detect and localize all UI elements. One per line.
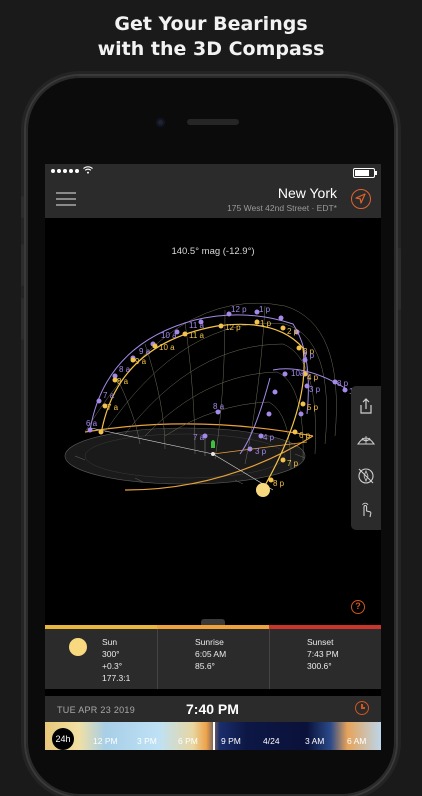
mute-switch: [21, 196, 24, 218]
svg-text:4 p: 4 p: [263, 433, 275, 442]
share-icon: [360, 398, 372, 414]
sun-azimuth: 300°: [102, 649, 120, 659]
svg-text:9 a: 9 a: [135, 357, 147, 366]
sunset-status-bar: [269, 625, 381, 629]
timeline-cursor[interactable]: [213, 722, 215, 750]
promo-headline: Get Your Bearings with the 3D Compass: [0, 12, 422, 62]
svg-text:1 p: 1 p: [260, 319, 272, 328]
svg-text:8 p: 8 p: [337, 379, 349, 388]
help-icon: ?: [355, 601, 361, 611]
svg-text:7 a: 7 a: [193, 433, 205, 442]
svg-text:8 p: 8 p: [273, 479, 285, 488]
timeline-date[interactable]: TUE APR 23 2019: [57, 705, 135, 715]
location-address[interactable]: 175 West 42nd Street · EDT*: [227, 203, 337, 213]
nav-bar: New York 175 West 42nd Street · EDT*: [45, 180, 381, 218]
reset-time-button[interactable]: [355, 701, 369, 715]
promo-headline-line2: with the 3D Compass: [97, 38, 325, 60]
earpiece-speaker: [187, 119, 239, 125]
status-bar: [45, 164, 381, 180]
svg-text:3 p: 3 p: [255, 447, 267, 456]
svg-text:6 a: 6 a: [86, 419, 98, 428]
svg-text:11 a: 11 a: [189, 331, 205, 340]
sun-icon: [69, 638, 87, 656]
volume-up-button: [21, 244, 24, 286]
svg-text:8 a: 8 a: [117, 377, 129, 386]
svg-text:8 a: 8 a: [119, 365, 131, 374]
svg-text:8 a: 8 a: [213, 402, 225, 411]
sun-label: Sun: [102, 637, 118, 647]
sunrise-label: Sunrise: [195, 637, 224, 647]
timeline-tick: 3 AM: [305, 736, 325, 746]
svg-text:6 p: 6 p: [299, 431, 311, 440]
svg-text:5 p: 5 p: [307, 403, 319, 412]
sunset-azimuth: 300.6°: [307, 661, 332, 671]
wifi-icon: [83, 166, 93, 177]
sun-status-bar: [45, 625, 157, 629]
sun-extra: 177.3:1: [102, 673, 131, 683]
touch-mode-button[interactable]: [356, 500, 376, 520]
help-button[interactable]: ?: [351, 600, 365, 614]
timeline-tick: 3 PM: [137, 736, 157, 746]
timeline-tick: 4/24: [263, 736, 280, 746]
tool-panel: [351, 386, 381, 530]
compass-bearing: 140.5° mag (-12.9°): [171, 246, 255, 257]
sun-info-card[interactable]: Sun 300° +0.3° 177.3:1: [45, 625, 157, 689]
svg-text:4 p: 4 p: [307, 373, 319, 382]
svg-text:7 a: 7 a: [103, 391, 115, 400]
sun-altitude: +0.3°: [102, 661, 123, 671]
sunset-time: 7:43 PM: [307, 649, 339, 659]
touch-icon: [362, 502, 372, 518]
compass-3d-view[interactable]: 7 a8 a9 a 10 a11 a12 p 1 p2 p3 p 4 p5 p6…: [45, 264, 381, 624]
timeline-tick: 12 PM: [93, 736, 118, 746]
menu-button[interactable]: [56, 192, 76, 206]
svg-text:2 p: 2 p: [303, 351, 315, 360]
signal-icon: [51, 169, 79, 173]
front-camera: [156, 118, 165, 127]
dome-icon: [356, 436, 376, 445]
volume-down-button: [21, 298, 24, 340]
timeline-tick: 6 AM: [347, 736, 367, 746]
timeline-tick: 6 PM: [178, 736, 198, 746]
svg-text:7 a: 7 a: [107, 403, 119, 412]
location-city[interactable]: New York: [278, 185, 337, 201]
sunrise-azimuth: 85.6°: [195, 661, 215, 671]
svg-text:10a: 10a: [291, 369, 305, 378]
power-button: [398, 248, 401, 310]
timeline-tick: 9 PM: [221, 736, 241, 746]
app-screen: New York 175 West 42nd Street · EDT* 140…: [45, 164, 381, 750]
info-panel: Sun 300° +0.3° 177.3:1 Sunrise 6:05 AM 8…: [45, 625, 381, 689]
time-scrubber: TUE APR 23 2019 7:40 PM 24h 12 PM 3 PM 6…: [45, 696, 381, 750]
svg-text:2 p: 2 p: [287, 327, 299, 336]
current-location-button[interactable]: [351, 189, 371, 209]
timeline-time[interactable]: 7:40 PM: [186, 701, 239, 717]
timeline-range-button[interactable]: 24h: [52, 728, 74, 750]
share-button[interactable]: [356, 396, 376, 416]
svg-text:10 a: 10 a: [161, 331, 177, 340]
svg-text:12 p: 12 p: [231, 305, 247, 314]
svg-text:9 a: 9 a: [139, 347, 151, 356]
battery-icon: [353, 168, 377, 178]
svg-text:7 p: 7 p: [287, 459, 299, 468]
sunrise-status-bar: [157, 625, 269, 629]
promo-headline-line1: Get Your Bearings: [114, 13, 308, 35]
svg-text:12 p: 12 p: [225, 323, 241, 332]
sunrise-time: 6:05 AM: [195, 649, 227, 659]
svg-text:11 a: 11 a: [189, 321, 205, 330]
sunset-info-card[interactable]: Sunset 7:43 PM 300.6°: [269, 625, 381, 689]
svg-text:1 p: 1 p: [259, 305, 271, 314]
compass-off-icon: [358, 468, 374, 484]
dome-view-button[interactable]: [356, 430, 376, 450]
menu-icon: [56, 192, 76, 194]
svg-text:10 a: 10 a: [159, 343, 175, 352]
location-arrow-icon: [355, 193, 366, 204]
compass-toggle-button[interactable]: [356, 466, 376, 486]
sunset-label: Sunset: [307, 637, 334, 647]
sunrise-info-card[interactable]: Sunrise 6:05 AM 85.6°: [157, 625, 269, 689]
svg-text:3 p: 3 p: [309, 385, 321, 394]
